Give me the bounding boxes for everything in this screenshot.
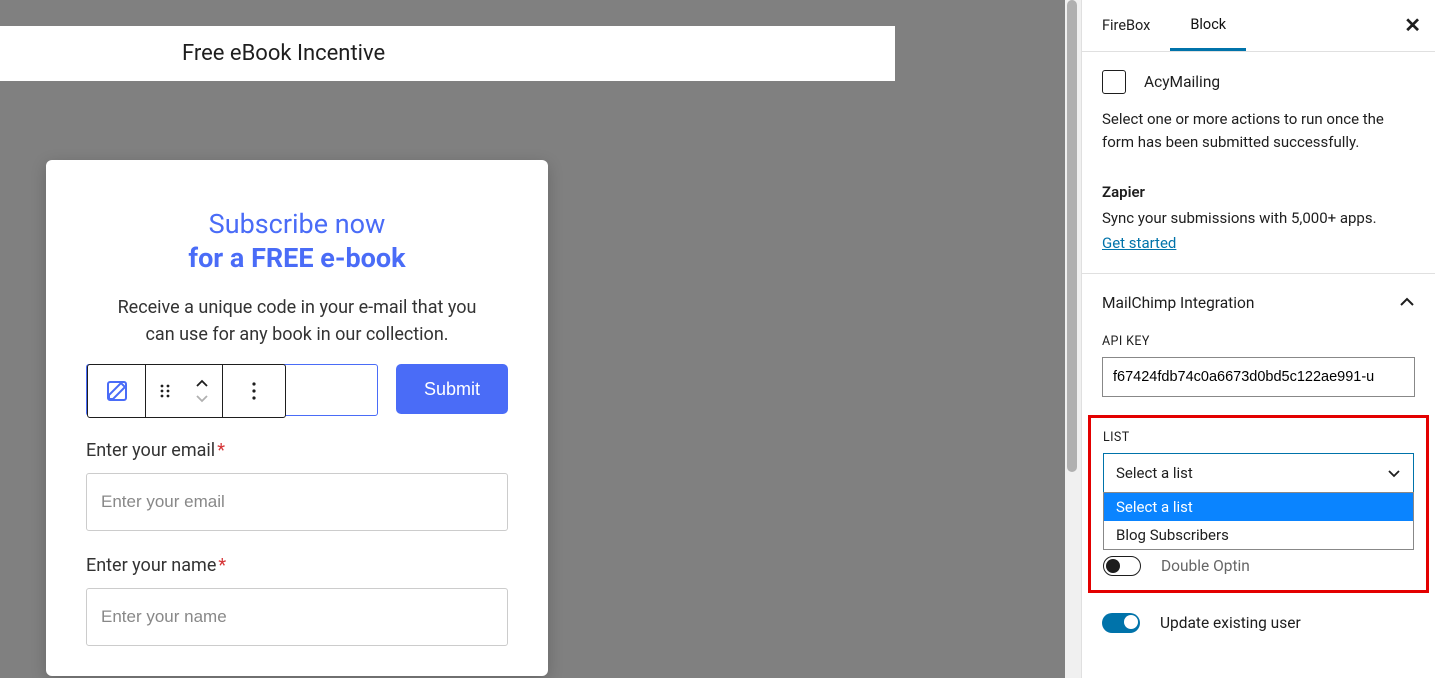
update-existing-user-toggle[interactable] bbox=[1102, 613, 1140, 633]
page-title-bar: Free eBook Incentive bbox=[0, 26, 895, 81]
edit-block-icon[interactable] bbox=[104, 378, 130, 404]
tab-firebox[interactable]: FireBox bbox=[1082, 0, 1170, 51]
acymailing-checkbox[interactable] bbox=[1102, 70, 1126, 94]
popup-preview: Subscribe now for a FREE e-book Receive … bbox=[46, 160, 548, 676]
list-setting-highlight: LIST Select a list Select a list Blog Su… bbox=[1088, 415, 1429, 593]
name-field[interactable] bbox=[86, 588, 508, 646]
list-option-select[interactable]: Select a list bbox=[1104, 493, 1413, 521]
list-label: LIST bbox=[1103, 428, 1414, 453]
tab-block[interactable]: Block bbox=[1170, 0, 1246, 51]
double-optin-label: Double Optin bbox=[1161, 557, 1250, 575]
name-field-label: Enter your name* bbox=[86, 555, 508, 576]
block-toolbar bbox=[87, 364, 286, 418]
email-field[interactable] bbox=[86, 473, 508, 531]
api-key-input[interactable] bbox=[1102, 357, 1415, 397]
popup-heading-line1: Subscribe now bbox=[86, 208, 508, 240]
popup-description-line2: can use for any book in our collection. bbox=[86, 321, 508, 348]
popup-description-line1: Receive a unique code in your e-mail tha… bbox=[86, 294, 508, 321]
zapier-get-started-link[interactable]: Get started bbox=[1102, 234, 1176, 252]
drag-handle-icon[interactable] bbox=[153, 378, 179, 404]
list-select[interactable]: Select a list bbox=[1103, 453, 1414, 493]
settings-sidebar: FireBox Block ✕ AcyMailing Select one or… bbox=[1081, 0, 1435, 678]
main-scrollbar[interactable] bbox=[1065, 0, 1081, 678]
list-option-blog-subscribers[interactable]: Blog Subscribers bbox=[1104, 521, 1413, 549]
close-sidebar-icon[interactable]: ✕ bbox=[1404, 15, 1421, 35]
mailchimp-accordion-header[interactable]: MailChimp Integration bbox=[1082, 273, 1435, 332]
email-field-label: Enter your email* bbox=[86, 440, 508, 461]
editor-canvas: Free eBook Incentive Subscribe now for a… bbox=[0, 0, 1065, 678]
move-down-icon[interactable] bbox=[189, 391, 215, 405]
required-asterisk: * bbox=[218, 555, 226, 576]
actions-help-text: Select one or more actions to run once t… bbox=[1082, 104, 1435, 169]
scrollbar-thumb[interactable] bbox=[1067, 0, 1077, 472]
submit-button[interactable]: Submit bbox=[396, 364, 508, 414]
more-options-icon[interactable] bbox=[241, 378, 267, 404]
acymailing-label: AcyMailing bbox=[1144, 73, 1220, 91]
double-optin-toggle[interactable] bbox=[1103, 556, 1141, 576]
zapier-description: Sync your submissions with 5,000+ apps. bbox=[1082, 205, 1435, 232]
update-existing-user-label: Update existing user bbox=[1160, 614, 1301, 632]
move-up-icon[interactable] bbox=[189, 377, 215, 391]
chevron-down-icon bbox=[1387, 464, 1401, 482]
chevron-up-icon bbox=[1399, 294, 1415, 312]
list-dropdown: Select a list Blog Subscribers bbox=[1103, 492, 1414, 550]
popup-heading-line2: for a FREE e-book bbox=[86, 242, 508, 274]
required-asterisk: * bbox=[217, 440, 225, 461]
page-title: Free eBook Incentive bbox=[182, 41, 385, 66]
api-key-label: API KEY bbox=[1082, 332, 1435, 357]
zapier-title: Zapier bbox=[1082, 169, 1435, 205]
